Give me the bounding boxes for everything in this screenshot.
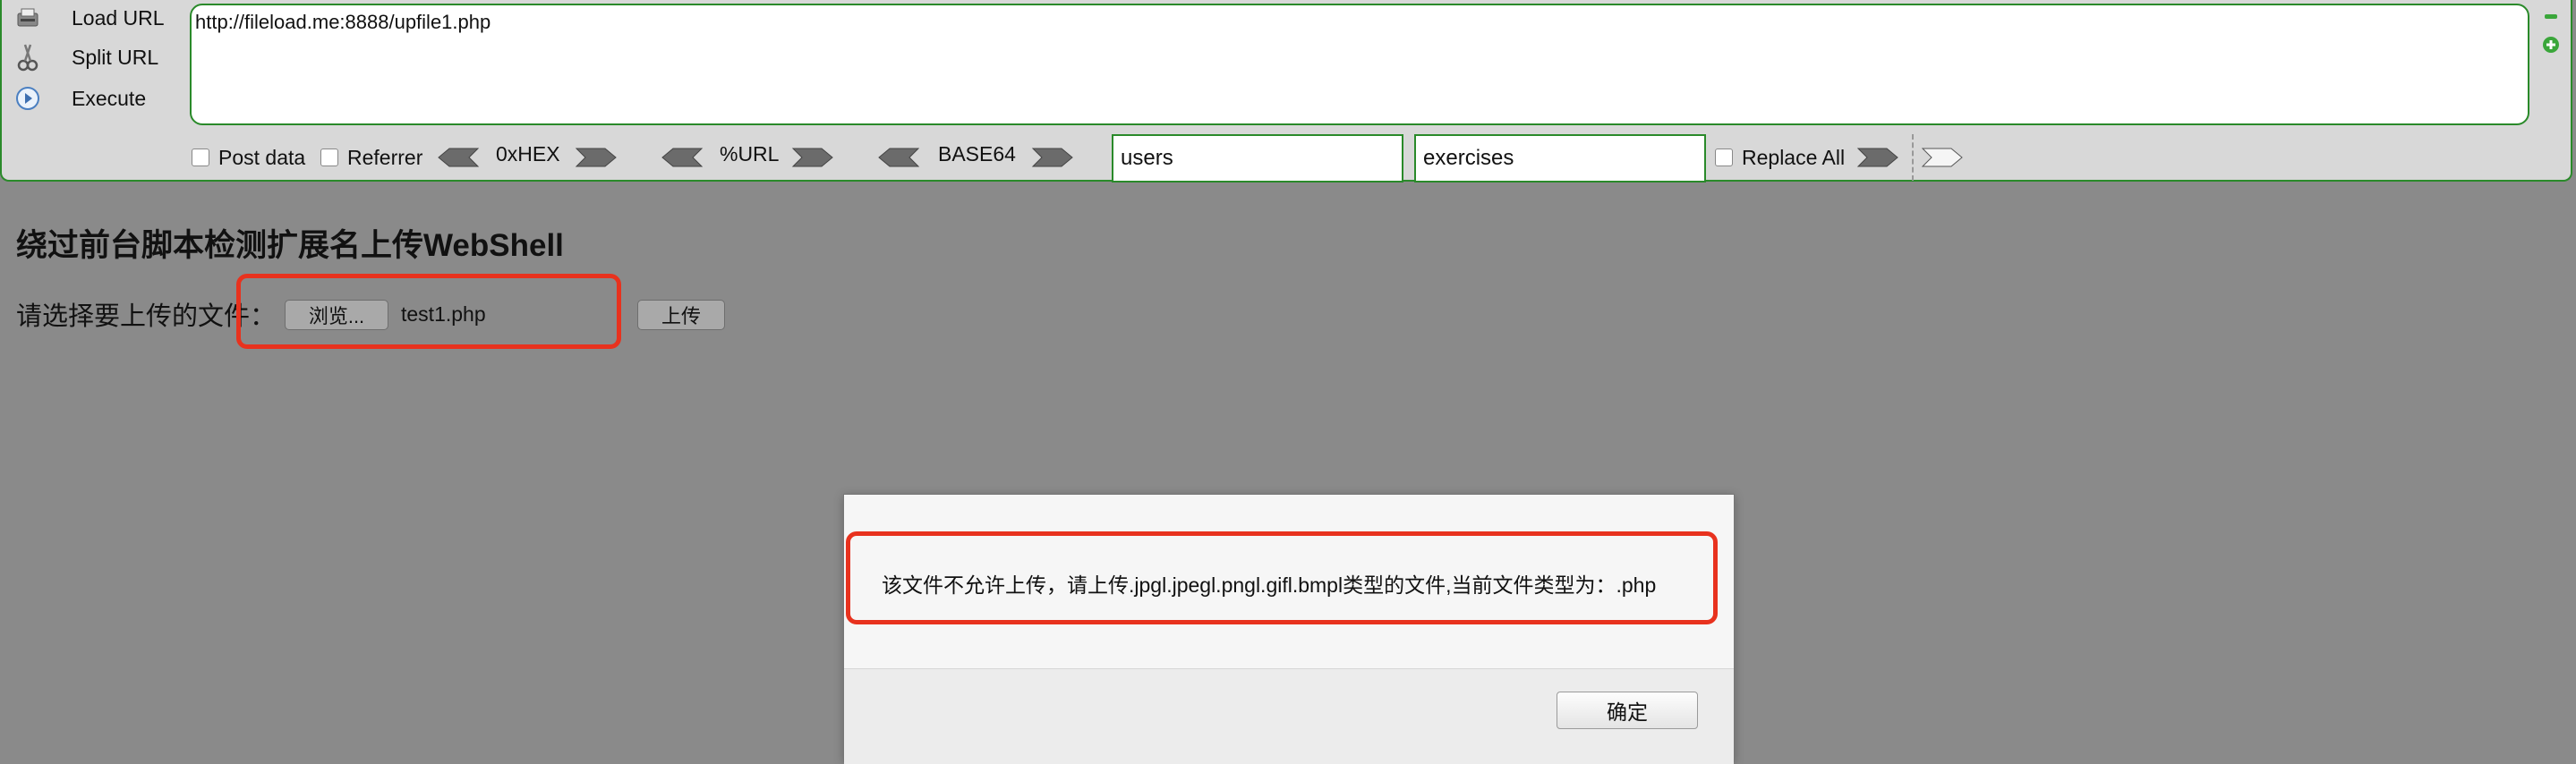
ok-button[interactable]: 确定 (1557, 692, 1698, 729)
arrow-left-icon (878, 148, 920, 167)
plus-icon[interactable] (2542, 36, 2560, 54)
highlight-box-dialog-message (846, 531, 1718, 624)
toolbar-divider (1912, 134, 1915, 181)
base64-decode-button[interactable] (877, 136, 920, 179)
url-enc-label: %URL (720, 141, 780, 166)
hex-label: 0xHEX (496, 141, 560, 166)
post-data-checkbox[interactable] (192, 149, 209, 166)
replace-all-label: Replace All (1742, 145, 1846, 169)
highlight-box-file-input (236, 274, 621, 349)
url-textarea[interactable]: http://fileload.me:8888/upfile1.php (190, 4, 2529, 125)
execute-label: Execute (72, 86, 147, 110)
hex-decode-button[interactable] (437, 136, 480, 179)
base64-encode-button[interactable] (1031, 136, 1074, 179)
url-decode-button[interactable] (661, 136, 704, 179)
execute-button[interactable]: Execute (9, 81, 179, 116)
referrer-checkbox[interactable] (320, 149, 338, 166)
hackbar-toolbar: Load URL Split URL Execute http://filelo… (0, 0, 2572, 183)
replace-input[interactable]: exercises (1414, 134, 1706, 183)
arrow-right-icon (1921, 148, 1963, 167)
split-url-label: Split URL (72, 45, 159, 69)
replace-button[interactable] (1856, 136, 1899, 179)
load-url-icon (13, 3, 43, 33)
referrer-toggle[interactable]: Referrer (320, 136, 422, 179)
split-url-icon (13, 42, 43, 72)
arrow-left-icon (438, 148, 480, 167)
referrer-label: Referrer (347, 145, 423, 169)
post-data-label: Post data (218, 145, 306, 169)
hex-encode-button[interactable] (575, 136, 618, 179)
base64-label: BASE64 (938, 141, 1016, 166)
arrow-left-icon (661, 148, 704, 167)
extra-arrow-button[interactable] (1921, 136, 1964, 179)
load-url-label: Load URL (72, 5, 165, 30)
page-title: 绕过前台脚本检测扩展名上传WebShell (16, 228, 564, 263)
search-input[interactable]: users (1112, 134, 1403, 183)
arrow-right-icon (1856, 148, 1898, 167)
load-url-button[interactable]: Load URL (9, 0, 179, 36)
replace-all-toggle[interactable]: Replace All (1715, 136, 1845, 179)
split-url-button[interactable]: Split URL (9, 39, 179, 75)
url-encode-button[interactable] (791, 136, 834, 179)
arrow-right-icon (791, 148, 833, 167)
execute-icon (13, 83, 43, 114)
minus-icon[interactable] (2542, 7, 2560, 25)
upload-button[interactable]: 上传 (637, 300, 725, 330)
arrow-right-icon (1031, 148, 1073, 167)
arrow-right-icon (575, 148, 617, 167)
replace-all-checkbox[interactable] (1715, 149, 1733, 166)
post-data-toggle[interactable]: Post data (192, 136, 305, 179)
